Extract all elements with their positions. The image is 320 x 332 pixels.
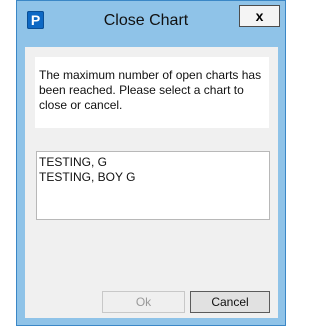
list-item[interactable]: TESTING, G xyxy=(39,155,267,170)
dialog-title: Close Chart xyxy=(103,12,189,29)
list-item[interactable]: TESTING, BOY G xyxy=(39,170,267,185)
message-panel: The maximum number of open charts has be… xyxy=(35,57,269,128)
close-chart-dialog: P Close Chart x The maximum number of op… xyxy=(16,0,286,326)
message-text: The maximum number of open charts has be… xyxy=(39,68,262,112)
title-bar[interactable]: P Close Chart x xyxy=(17,1,285,47)
dialog-body: The maximum number of open charts has be… xyxy=(25,47,278,318)
cancel-button[interactable]: Cancel xyxy=(190,291,270,313)
close-icon[interactable]: x xyxy=(239,5,280,27)
ok-button[interactable]: Ok xyxy=(102,291,185,313)
chart-listbox[interactable]: TESTING, G TESTING, BOY G xyxy=(36,151,270,220)
app-p-icon: P xyxy=(27,11,44,29)
